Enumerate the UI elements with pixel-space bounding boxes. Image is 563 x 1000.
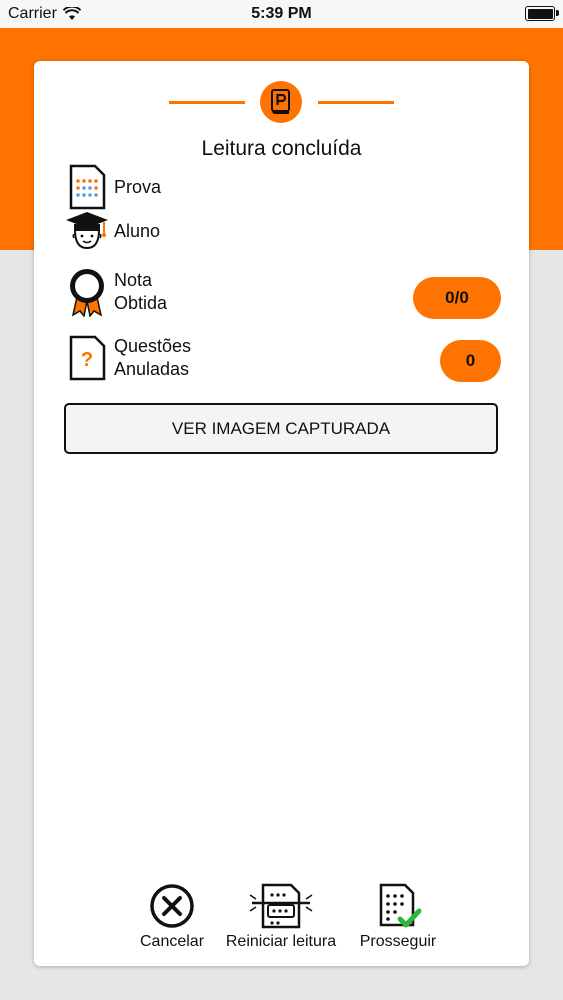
battery-icon — [525, 6, 559, 21]
close-circle-icon — [149, 883, 195, 929]
nota-label-line2: Obtida — [114, 293, 168, 313]
student-graduation-cap-icon — [64, 208, 110, 254]
questoes-label-line2: Anuladas — [114, 359, 190, 379]
header-divider-right — [318, 101, 394, 104]
exam-sheet-icon — [64, 164, 110, 210]
award-ribbon-icon — [64, 269, 110, 317]
status-bar: Carrier 5:39 PM — [0, 0, 563, 28]
svg-text:?: ? — [81, 349, 93, 371]
result-card: Leitura concluída Prova Aluno Nota Obtid… — [34, 61, 529, 966]
row-aluno: Aluno — [64, 208, 160, 254]
clock: 5:39 PM — [251, 5, 312, 22]
row-questoes: ? Questões Anuladas — [64, 335, 191, 381]
aluno-label: Aluno — [114, 220, 161, 241]
nota-label-line1: Nota — [114, 270, 153, 290]
view-captured-image-button[interactable]: VER IMAGEM CAPTURADA — [64, 403, 498, 454]
proceed-button[interactable]: Prosseguir — [356, 883, 440, 951]
questoes-label: Questões Anuladas — [114, 335, 191, 381]
answer-sheet-check-icon — [373, 883, 423, 929]
page-title: Leitura concluída — [201, 137, 362, 160]
header-divider-left — [169, 101, 245, 104]
app-logo-icon — [260, 81, 302, 123]
row-nota: Nota Obtida — [64, 269, 167, 317]
proceed-label: Prosseguir — [359, 933, 437, 950]
scanner-icon — [246, 883, 316, 929]
nota-label: Nota Obtida — [114, 269, 167, 315]
restart-reading-label: Reiniciar leitura — [225, 933, 337, 950]
prova-label: Prova — [114, 176, 162, 197]
row-prova: Prova — [64, 164, 161, 210]
cancel-button[interactable]: Cancelar — [134, 883, 210, 951]
restart-reading-button[interactable]: Reiniciar leitura — [220, 883, 342, 951]
questoes-value-badge: 0 — [440, 340, 501, 382]
cancel-label: Cancelar — [139, 933, 205, 950]
question-document-icon: ? — [64, 335, 110, 381]
nota-value-badge: 0/0 — [413, 277, 501, 319]
questoes-label-line1: Questões — [114, 336, 192, 356]
